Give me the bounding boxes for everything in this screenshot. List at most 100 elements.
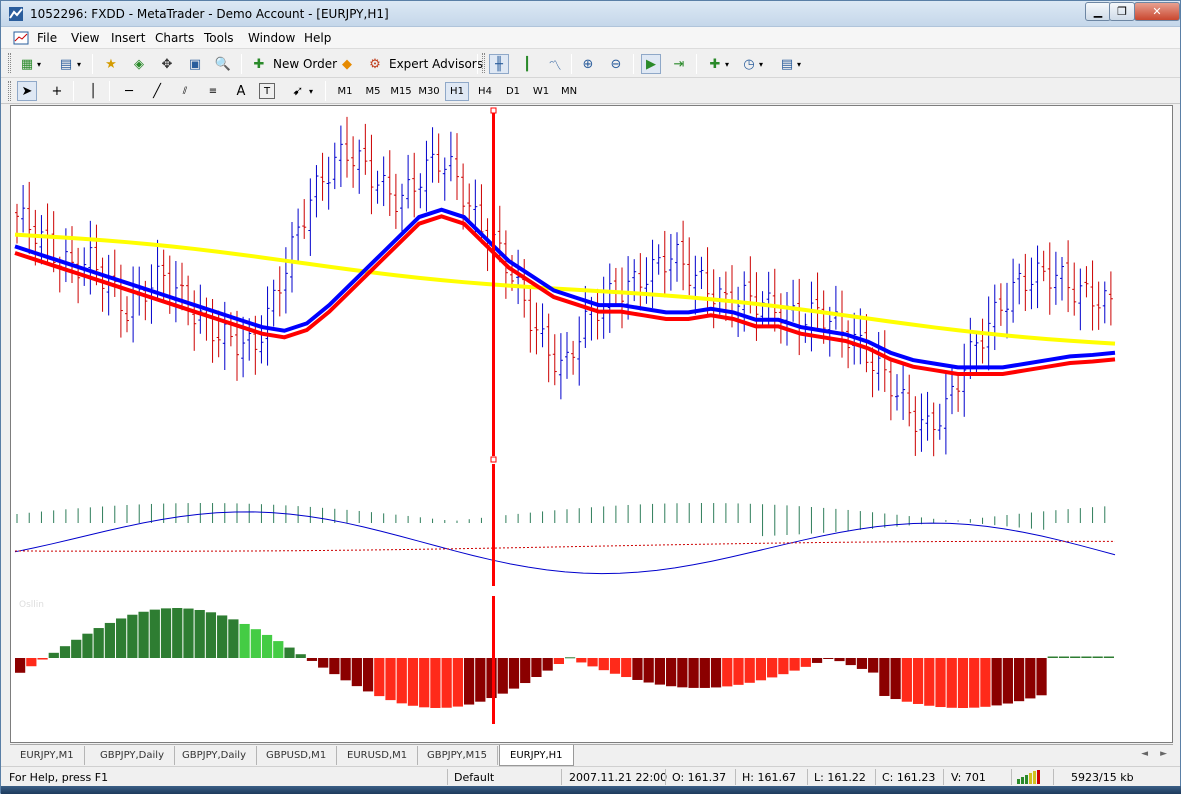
bar-chart-icon[interactable]: ╫	[489, 54, 509, 74]
profiles-icon[interactable]: ▤	[56, 54, 76, 74]
chart-tab[interactable]: EURUSD,M1	[337, 746, 419, 765]
crosshair-icon[interactable]: +	[47, 81, 67, 101]
histogram-bar	[1025, 658, 1036, 699]
text-tool[interactable]: A	[231, 81, 251, 101]
menu-file[interactable]: File	[37, 31, 57, 45]
menu-charts[interactable]: Charts	[155, 31, 194, 45]
scroll-right-icon[interactable]: ►	[1160, 749, 1167, 759]
timeframe-mn[interactable]: MN	[557, 82, 581, 101]
toolbar-grip[interactable]	[8, 53, 11, 73]
chart-tab[interactable]: GBPJPY,Daily	[90, 746, 175, 765]
histogram-bar	[969, 658, 980, 708]
line-chart-icon[interactable]: 〽	[545, 54, 565, 74]
cursor-icon[interactable]: ➤	[17, 81, 37, 101]
close-button[interactable]: ✕	[1134, 2, 1180, 21]
status-traffic: 5923/15 kb	[1071, 771, 1134, 784]
metatrader-window: 1052296: FXDD - MetaTrader - Demo Accoun…	[0, 0, 1181, 794]
indicators-icon[interactable]: ✚	[705, 54, 725, 74]
candlestick-icon[interactable]: ┃	[517, 54, 537, 74]
histogram-bar	[520, 658, 531, 684]
timeframe-w1[interactable]: W1	[529, 82, 553, 101]
expert-advisors-button[interactable]: Expert Advisors	[389, 57, 483, 71]
templates-icon[interactable]: ▤	[777, 54, 797, 74]
new-chart-icon[interactable]: ▦	[17, 54, 37, 74]
timeframe-h4[interactable]: H4	[473, 82, 497, 101]
dropdown-arrow-icon[interactable]: ▾	[723, 54, 731, 74]
histogram-bar	[385, 658, 396, 701]
histogram-bar	[643, 658, 654, 683]
status-low: L: 161.22	[814, 771, 866, 784]
chart-tab[interactable]: EURJPY,M1	[10, 746, 85, 765]
drawing-toolbar: ➤ + │ ─ ╱ ⫽ ≡ A T ➹ ▾	[1, 79, 1180, 104]
dropdown-arrow-icon[interactable]: ▾	[75, 54, 83, 74]
strategy-tester-icon[interactable]: 🔍	[213, 54, 233, 74]
expert-advisors-icon[interactable]: ⚙	[365, 54, 385, 74]
tab-scroll: ◄ ►	[1141, 749, 1167, 759]
menu-window[interactable]: Window	[248, 31, 295, 45]
price-chart[interactable]	[11, 106, 1172, 742]
histogram-bar	[778, 658, 789, 675]
chart-tab[interactable]: GBPUSD,M1	[256, 746, 338, 765]
dropdown-arrow-icon[interactable]: ▾	[35, 54, 43, 74]
minimize-button[interactable]: ▁	[1085, 2, 1111, 21]
periods-icon[interactable]: ◷	[739, 54, 759, 74]
vertical-line-icon[interactable]: │	[83, 81, 103, 101]
scroll-left-icon[interactable]: ◄	[1141, 749, 1148, 759]
timeframe-m1[interactable]: M1	[333, 82, 357, 101]
market-watch-icon[interactable]: ★	[101, 54, 121, 74]
histogram-bar	[856, 658, 868, 669]
trendline-icon[interactable]: ╱	[147, 81, 167, 101]
chart-tab[interactable]: GBPJPY,M15	[417, 746, 499, 765]
equidistant-channel-icon[interactable]: ⫽	[175, 81, 195, 101]
timeframe-m5[interactable]: M5	[361, 82, 385, 101]
new-order-icon[interactable]: ✚	[249, 54, 269, 74]
histogram-bar	[621, 658, 632, 678]
histogram-bar	[834, 658, 845, 662]
histogram-bar	[362, 658, 374, 692]
menu-insert[interactable]: Insert	[111, 31, 145, 45]
zoom-out-icon[interactable]: ⊖	[606, 54, 626, 74]
chart-tab[interactable]: GBPJPY,Daily	[172, 746, 257, 765]
autoscroll-icon[interactable]: ▶	[641, 54, 661, 74]
menu-tools[interactable]: Tools	[204, 31, 234, 45]
histogram-bar	[1081, 656, 1092, 658]
maximize-button[interactable]: ❐	[1109, 2, 1135, 21]
histogram-bar	[542, 658, 553, 671]
histogram-bar	[351, 658, 362, 687]
data-window-icon[interactable]: ◈	[129, 54, 149, 74]
menu-view[interactable]: View	[71, 31, 99, 45]
chart-shift-icon[interactable]: ⇥	[669, 54, 689, 74]
navigator-icon[interactable]: ✥	[157, 54, 177, 74]
histogram-bar	[273, 641, 284, 658]
timeframe-d1[interactable]: D1	[501, 82, 525, 101]
menu-help[interactable]: Help	[304, 31, 331, 45]
histogram-bar	[598, 658, 609, 671]
histogram-bar	[1036, 658, 1047, 696]
histogram-bar	[811, 658, 823, 663]
standard-toolbar: ▦ ▾ ▤ ▾ ★ ◈ ✥ ▣ 🔍 ✚ New Order ◆ ⚙ Expert…	[1, 50, 1180, 78]
dropdown-arrow-icon[interactable]: ▾	[307, 81, 315, 101]
chart-tabs: EURJPY,M1 GBPJPY,Daily GBPJPY,Daily GBPU…	[10, 744, 1173, 766]
chart-tab-active[interactable]: EURJPY,H1	[499, 745, 574, 766]
toolbar-grip[interactable]	[482, 53, 485, 73]
dropdown-arrow-icon[interactable]: ▾	[795, 54, 803, 74]
text-label-icon[interactable]: T	[259, 83, 275, 99]
timeframe-m30[interactable]: M30	[417, 82, 441, 101]
arrows-icon[interactable]: ➹	[288, 81, 308, 101]
timeframe-h1[interactable]: H1	[445, 82, 469, 101]
zoom-in-icon[interactable]: ⊕	[578, 54, 598, 74]
timeframe-m15[interactable]: M15	[389, 82, 413, 101]
chart-area[interactable]: Osllin	[10, 105, 1173, 743]
horizontal-line-icon[interactable]: ─	[119, 81, 139, 101]
histogram-bar	[59, 646, 71, 658]
histogram-bar	[284, 647, 295, 658]
fibonacci-icon[interactable]: ≡	[203, 81, 223, 101]
metaeditor-icon[interactable]: ◆	[337, 54, 357, 74]
toolbar-grip[interactable]	[8, 81, 11, 101]
histogram-bar	[879, 658, 890, 696]
histogram-bar	[1058, 656, 1070, 658]
new-order-button[interactable]: New Order	[273, 57, 337, 71]
dropdown-arrow-icon[interactable]: ▾	[757, 54, 765, 74]
histogram-bar	[1002, 658, 1013, 704]
terminal-icon[interactable]: ▣	[185, 54, 205, 74]
